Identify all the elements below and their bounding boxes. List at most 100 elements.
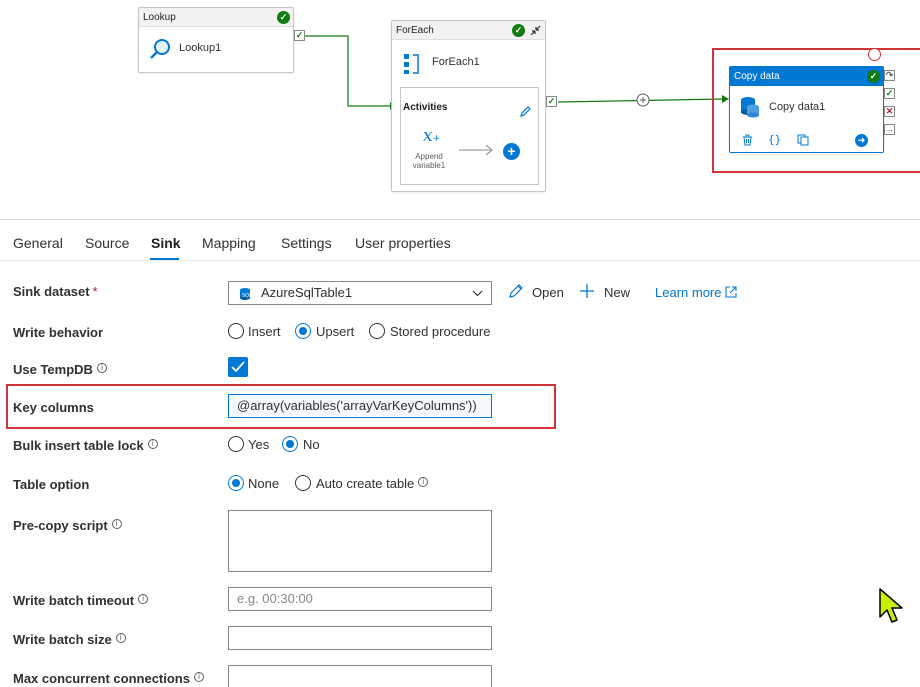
delete-icon[interactable] xyxy=(742,134,753,146)
write-batch-size-input[interactable] xyxy=(228,626,492,650)
search-icon xyxy=(150,39,170,59)
foreach-node-header: ForEach ✓ xyxy=(392,21,545,40)
option-no-label: No xyxy=(303,437,320,452)
new-button[interactable]: New xyxy=(604,285,630,300)
pre-copy-script-label: Pre-copy script i xyxy=(13,518,122,533)
info-icon: i xyxy=(96,363,107,373)
key-columns-label: Key columns xyxy=(13,400,94,415)
code-icon[interactable]: {} xyxy=(768,133,781,146)
radio-none[interactable] xyxy=(228,475,244,491)
pre-copy-script-label-text: Pre-copy script xyxy=(13,518,108,533)
plus-icon[interactable] xyxy=(579,283,595,299)
sink-dataset-label-text: Sink dataset xyxy=(13,284,90,299)
lookup-success-port[interactable]: ✓ xyxy=(294,30,305,41)
option-auto-create-table-label: Auto create table i xyxy=(316,476,429,491)
radio-auto-create-table[interactable] xyxy=(295,475,311,491)
tab-sink[interactable]: Sink xyxy=(151,235,181,251)
use-tempdb-label-text: Use TempDB xyxy=(13,362,93,377)
tab-user-properties[interactable]: User properties xyxy=(355,235,451,251)
write-batch-timeout-label: Write batch timeout i xyxy=(13,593,149,608)
tab-general[interactable]: General xyxy=(13,235,63,251)
radio-upsert[interactable] xyxy=(295,323,311,339)
append-variable-label-line1: Append xyxy=(415,152,443,161)
append-variable-label: Append variable1 xyxy=(411,152,447,170)
foreach-activities-container: Activities x+ Append variable1 + xyxy=(400,87,539,185)
completion-port[interactable]: → xyxy=(884,124,895,135)
copy-icon[interactable] xyxy=(797,134,809,146)
collapse-icon[interactable] xyxy=(529,24,542,37)
tab-mapping[interactable]: Mapping xyxy=(202,235,256,251)
mouse-cursor-icon xyxy=(879,588,903,623)
panel-divider xyxy=(0,219,920,220)
info-icon: i xyxy=(418,477,429,487)
option-insert-label: Insert xyxy=(248,324,281,339)
foreach-activity-node[interactable]: ForEach ✓ ForEach1 Activities x+ Append v… xyxy=(391,20,546,192)
learn-more-link[interactable]: Learn more xyxy=(655,285,721,300)
info-icon: i xyxy=(193,672,204,682)
write-batch-timeout-input[interactable]: e.g. 00:30:00 xyxy=(228,587,492,611)
database-icon xyxy=(741,97,759,118)
radio-insert[interactable] xyxy=(228,323,244,339)
sink-dataset-select[interactable]: SQL AzureSqlTable1 xyxy=(228,281,492,305)
lookup-node-type: Lookup xyxy=(143,12,176,23)
edit-icon[interactable] xyxy=(519,105,532,118)
copy-data-node-header: Copy data ✓ xyxy=(730,67,883,86)
sink-dataset-label: Sink dataset * xyxy=(13,284,98,299)
foreach-icon xyxy=(404,54,419,74)
bulk-insert-label: Bulk insert table lock i xyxy=(13,438,158,453)
sink-dataset-value: AzureSqlTable1 xyxy=(261,285,353,300)
radio-yes[interactable] xyxy=(228,436,244,452)
max-concurrent-connections-label-text: Max concurrent connections xyxy=(13,671,190,686)
append-variable-label-line2: variable1 xyxy=(412,161,446,170)
use-tempdb-label: Use TempDB i xyxy=(13,362,107,377)
write-batch-size-label: Write batch size i xyxy=(13,632,126,647)
option-auto-create-table-text: Auto create table xyxy=(316,476,415,491)
tab-source[interactable]: Source xyxy=(85,235,129,251)
table-option-label: Table option xyxy=(13,477,90,492)
foreach-node-type: ForEach xyxy=(396,25,434,36)
arrow-right-icon xyxy=(459,144,494,156)
success-check-icon: ✓ xyxy=(512,24,525,37)
required-mark: * xyxy=(92,284,98,299)
failure-port[interactable]: ✕ xyxy=(884,106,895,117)
option-upsert-label: Upsert xyxy=(316,324,355,339)
copy-data-activity-node[interactable]: Copy data ✓ Copy data1 {} ➜ xyxy=(729,66,884,153)
tab-settings[interactable]: Settings xyxy=(281,235,332,251)
option-none-label: None xyxy=(248,476,280,491)
radio-stored-procedure[interactable] xyxy=(369,323,385,339)
copy-data-activity-name: Copy data1 xyxy=(769,101,826,113)
arrow-right-icon[interactable]: ➜ xyxy=(855,134,868,147)
max-concurrent-connections-input[interactable] xyxy=(228,665,492,687)
write-behavior-label: Write behavior xyxy=(13,325,104,340)
lookup-activity-node[interactable]: Lookup ✓ Lookup1 xyxy=(138,7,294,73)
info-icon: i xyxy=(115,633,126,643)
lookup-node-header: Lookup ✓ xyxy=(139,8,293,27)
svg-text:SQL: SQL xyxy=(242,293,251,299)
edit-icon[interactable] xyxy=(508,283,524,299)
pre-copy-script-textarea[interactable] xyxy=(228,510,492,572)
append-variable-icon: x+ xyxy=(423,126,441,146)
external-link-icon[interactable] xyxy=(725,286,737,298)
copy-data-node-type: Copy data xyxy=(734,71,780,82)
add-activity-button[interactable]: + xyxy=(503,143,520,160)
foreach-activity-name: ForEach1 xyxy=(432,56,480,68)
success-check-icon: ✓ xyxy=(867,70,880,83)
key-columns-input[interactable]: @array(variables('arrayVarKeyColumns')) xyxy=(228,394,492,418)
checkmark-icon xyxy=(231,361,245,373)
foreach-success-port[interactable]: ✓ xyxy=(546,96,557,107)
bulk-insert-label-text: Bulk insert table lock xyxy=(13,438,144,453)
skip-port[interactable]: ↷ xyxy=(884,70,895,81)
option-stored-procedure-label: Stored procedure xyxy=(390,324,491,339)
breakpoint-icon[interactable] xyxy=(868,48,881,61)
open-button[interactable]: Open xyxy=(532,285,564,300)
use-tempdb-checkbox[interactable] xyxy=(228,357,248,377)
activities-label: Activities xyxy=(403,102,448,113)
radio-no[interactable] xyxy=(282,436,298,452)
success-port[interactable]: ✓ xyxy=(884,88,895,99)
write-batch-size-label-text: Write batch size xyxy=(13,632,112,647)
success-check-icon: ✓ xyxy=(277,11,290,24)
option-yes-label: Yes xyxy=(248,437,270,452)
sql-database-icon: SQL xyxy=(240,288,251,300)
info-icon: i xyxy=(147,439,158,449)
lookup-activity-name: Lookup1 xyxy=(179,42,222,54)
